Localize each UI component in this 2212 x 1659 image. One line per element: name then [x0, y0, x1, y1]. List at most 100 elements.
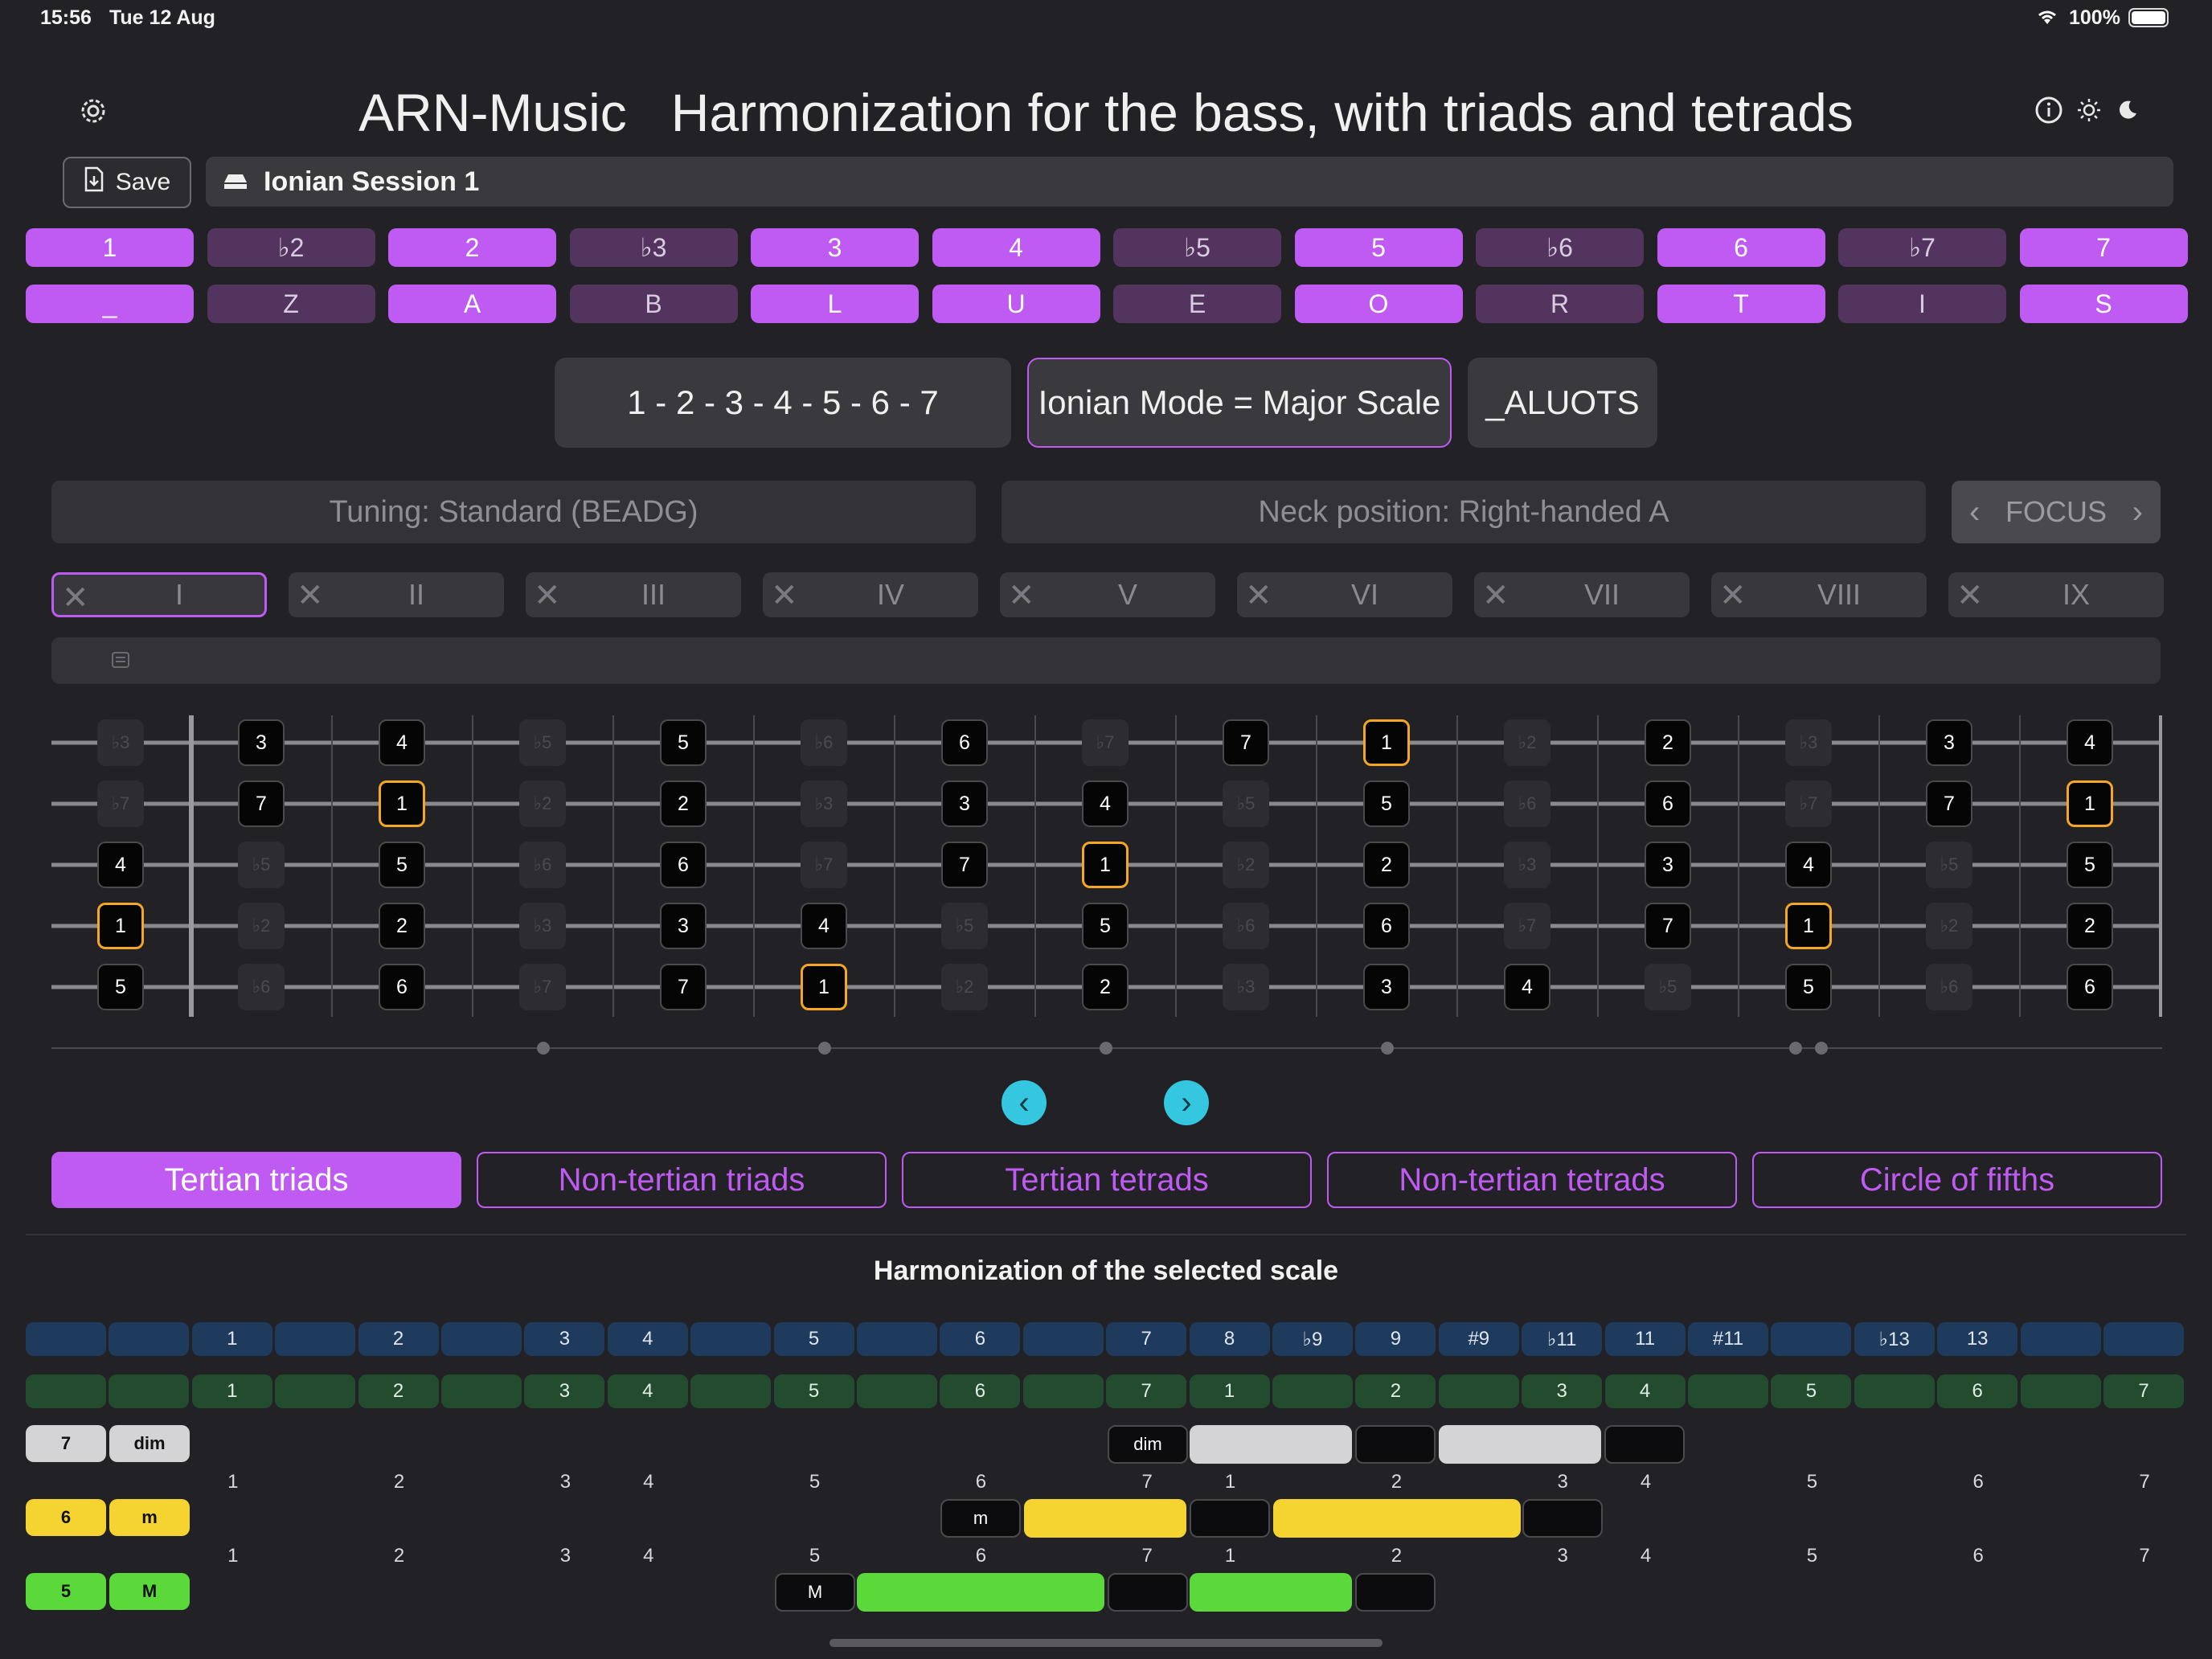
fret-note[interactable]: ♭3 — [97, 719, 144, 766]
fret-note[interactable]: ♭7 — [1504, 903, 1550, 949]
fret-note[interactable]: ♭5 — [1645, 964, 1691, 1010]
position-1[interactable]: ✕ I — [51, 572, 267, 617]
root-note[interactable]: 1 — [2067, 780, 2113, 827]
tab-tertian-triads[interactable]: Tertian triads — [51, 1152, 461, 1208]
degree-button-row1[interactable]: 2 — [388, 228, 556, 267]
tab-tertian-tetrads[interactable]: Tertian tetrads — [902, 1152, 1312, 1208]
fret-note[interactable]: 7 — [941, 842, 988, 888]
fret-note[interactable]: ♭3 — [1785, 719, 1832, 766]
fret-note[interactable]: ♭6 — [1504, 780, 1550, 827]
position-9[interactable]: ✕ IX — [1948, 572, 2164, 617]
fret-note[interactable]: ♭7 — [1082, 719, 1129, 766]
fret-note[interactable]: 5 — [1082, 903, 1129, 949]
fret-note[interactable]: 3 — [1363, 964, 1410, 1010]
close-icon[interactable]: ✕ — [297, 577, 324, 614]
fret-note[interactable]: ♭7 — [1785, 780, 1832, 827]
fret-note[interactable]: ♭3 — [519, 903, 566, 949]
fret-note[interactable]: ♭3 — [1223, 964, 1269, 1010]
fret-note[interactable]: 7 — [1926, 780, 1972, 827]
fret-note[interactable]: ♭6 — [1926, 964, 1972, 1010]
fret-note[interactable]: 7 — [1645, 903, 1691, 949]
degree-button-row1[interactable]: 4 — [932, 228, 1100, 267]
fret-note[interactable]: 5 — [97, 964, 144, 1010]
fret-note[interactable]: 2 — [1363, 842, 1410, 888]
fret-note[interactable]: 5 — [1785, 964, 1832, 1010]
chevron-right-icon[interactable]: › — [2132, 494, 2143, 530]
fret-note[interactable]: ♭5 — [1926, 842, 1972, 888]
chord-degree-label[interactable]: 6 — [26, 1499, 106, 1536]
degree-button-row2[interactable]: Z — [207, 285, 375, 323]
chord-quality-label[interactable]: m — [109, 1499, 190, 1536]
next-button[interactable]: › — [1164, 1080, 1209, 1125]
close-icon[interactable]: ✕ — [771, 577, 798, 614]
fret-note[interactable]: 4 — [1504, 964, 1550, 1010]
fret-note[interactable]: 5 — [1363, 780, 1410, 827]
close-icon[interactable]: ✕ — [534, 577, 561, 614]
fret-note[interactable]: 2 — [1645, 719, 1691, 766]
degree-button-row1[interactable]: ♭5 — [1113, 228, 1281, 267]
fret-note[interactable]: 4 — [2067, 719, 2113, 766]
close-icon[interactable]: ✕ — [1956, 577, 1984, 614]
degree-button-row2[interactable]: U — [932, 285, 1100, 323]
close-icon[interactable]: ✕ — [1245, 577, 1272, 614]
fret-note[interactable]: ♭2 — [941, 964, 988, 1010]
fret-note[interactable]: ♭2 — [1223, 842, 1269, 888]
fret-note[interactable]: 3 — [660, 903, 707, 949]
degree-button-row1[interactable]: ♭6 — [1476, 228, 1644, 267]
degree-button-row2[interactable]: B — [569, 285, 738, 323]
tab-circle-of-fifths[interactable]: Circle of fifths — [1752, 1152, 2162, 1208]
degree-button-row2[interactable]: A — [388, 285, 556, 323]
fret-note[interactable]: 2 — [2067, 903, 2113, 949]
position-3[interactable]: ✕ III — [526, 572, 741, 617]
position-4[interactable]: ✕ IV — [763, 572, 978, 617]
fret-note[interactable]: ♭3 — [1504, 842, 1550, 888]
close-icon[interactable]: ✕ — [1719, 577, 1747, 614]
fret-note[interactable]: 4 — [97, 842, 144, 888]
info-icon[interactable] — [2034, 95, 2064, 125]
fret-note[interactable]: 2 — [1082, 964, 1129, 1010]
fret-note[interactable]: ♭6 — [1223, 903, 1269, 949]
fret-note[interactable]: 7 — [660, 964, 707, 1010]
fret-note[interactable]: ♭5 — [941, 903, 988, 949]
fret-note[interactable]: ♭5 — [519, 719, 566, 766]
fret-note[interactable]: 4 — [379, 719, 425, 766]
session-field[interactable]: Ionian Session 1 — [206, 157, 2173, 207]
degree-button-row1[interactable]: 7 — [2019, 228, 2188, 267]
fret-note[interactable]: 6 — [660, 842, 707, 888]
root-note[interactable]: 1 — [379, 780, 425, 827]
close-icon[interactable]: ✕ — [1008, 577, 1035, 614]
fret-note[interactable]: 4 — [1785, 842, 1832, 888]
fret-note[interactable]: ♭6 — [801, 719, 847, 766]
fret-note[interactable]: 7 — [1223, 719, 1269, 766]
degree-button-row1[interactable]: 3 — [751, 228, 919, 267]
root-note[interactable]: 1 — [1363, 719, 1410, 766]
fret-note[interactable]: 5 — [379, 842, 425, 888]
position-8[interactable]: ✕ VIII — [1711, 572, 1927, 617]
tuning-selector[interactable]: Tuning: Standard (BEADG) — [51, 481, 976, 543]
notes-icon[interactable] — [111, 650, 130, 674]
degree-button-row1[interactable]: ♭3 — [569, 228, 738, 267]
fret-note[interactable]: 4 — [1082, 780, 1129, 827]
root-note[interactable]: 1 — [801, 964, 847, 1010]
light-mode-icon[interactable] — [2075, 96, 2103, 124]
fret-note[interactable]: ♭3 — [801, 780, 847, 827]
position-5[interactable]: ✕ V — [1000, 572, 1215, 617]
fret-note[interactable]: 4 — [801, 903, 847, 949]
position-7[interactable]: ✕ VII — [1474, 572, 1690, 617]
fret-note[interactable]: 3 — [1645, 842, 1691, 888]
degree-button-row1[interactable]: 6 — [1657, 228, 1825, 267]
chord-degree-label[interactable]: 5 — [26, 1573, 106, 1610]
degree-button-row2[interactable]: O — [1294, 285, 1463, 323]
position-6[interactable]: ✕ VI — [1237, 572, 1452, 617]
fret-note[interactable]: 3 — [941, 780, 988, 827]
fret-note[interactable]: 6 — [379, 964, 425, 1010]
degree-button-row1[interactable]: 5 — [1294, 228, 1463, 267]
position-2[interactable]: ✕ II — [289, 572, 504, 617]
fret-note[interactable]: 3 — [1926, 719, 1972, 766]
fret-note[interactable]: ♭2 — [519, 780, 566, 827]
fretboard[interactable]: ♭3 3 4 ♭5 5 ♭6 6 ♭7 7 1 ♭2 2 ♭3 3 4 ♭7 7 1 ♭2 2 ♭3 3 4 ♭5 5 ♭6 6 ♭7… — [0, 707, 2212, 1061]
fret-note[interactable]: 6 — [2067, 964, 2113, 1010]
fret-note[interactable]: 2 — [660, 780, 707, 827]
fret-note[interactable]: ♭6 — [519, 842, 566, 888]
fret-note[interactable]: ♭5 — [1223, 780, 1269, 827]
